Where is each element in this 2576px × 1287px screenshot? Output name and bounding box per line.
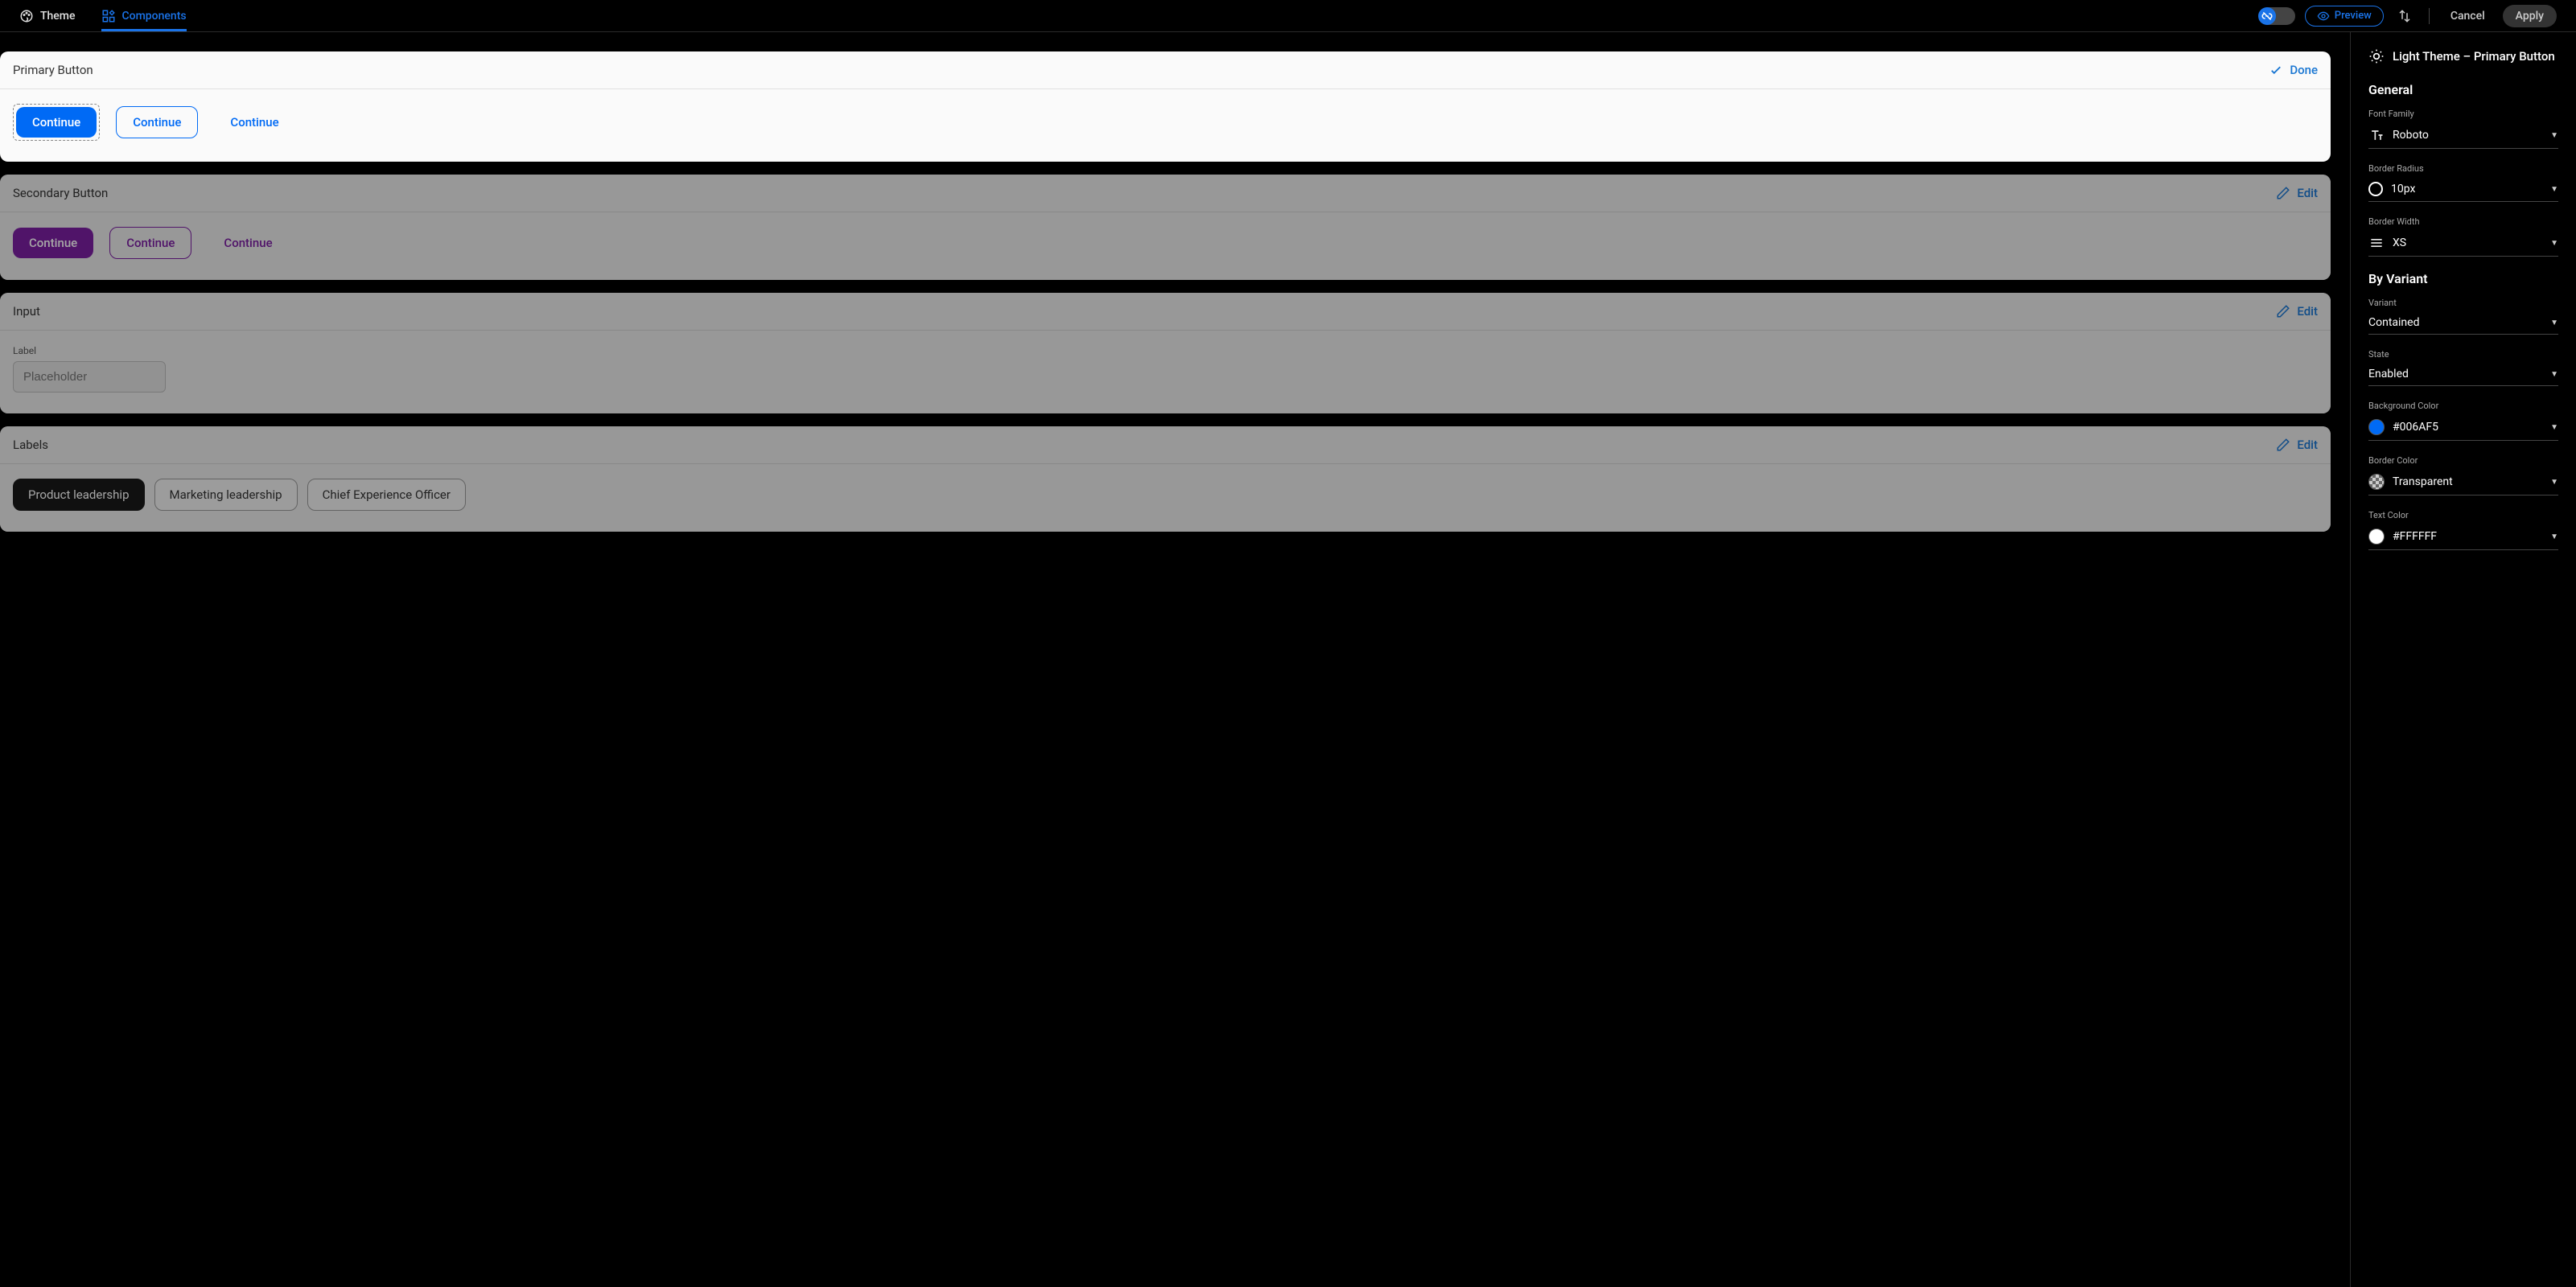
- chevron-down-icon: ▼: [2550, 239, 2558, 248]
- prop-label: State: [2368, 349, 2558, 360]
- variant-select[interactable]: Contained ▼: [2368, 313, 2558, 335]
- card-secondary-button: Secondary Button Edit Continue Continue …: [0, 175, 2331, 280]
- prop-label: Background Color: [2368, 401, 2558, 411]
- color-swatch-transparent: [2368, 474, 2385, 490]
- card-labels: Labels Edit Product leadership Marketing…: [0, 426, 2331, 532]
- sample-input[interactable]: [13, 361, 166, 393]
- prop-label: Border Width: [2368, 216, 2558, 227]
- sample-button-contained[interactable]: Continue: [13, 228, 93, 258]
- top-bar: Theme Components Preview Cancel: [0, 0, 2576, 32]
- sample-button-contained[interactable]: Continue: [16, 107, 97, 138]
- section-by-variant: By Variant: [2368, 271, 2558, 286]
- pencil-icon: [2276, 186, 2290, 200]
- chevron-down-icon: ▼: [2550, 370, 2558, 379]
- apply-button[interactable]: Apply: [2503, 5, 2557, 27]
- chip[interactable]: Product leadership: [13, 479, 145, 511]
- visibility-toggle[interactable]: [2260, 7, 2295, 25]
- chip[interactable]: Chief Experience Officer: [307, 479, 466, 511]
- state-select[interactable]: Enabled ▼: [2368, 364, 2558, 386]
- sample-button-outlined[interactable]: Continue: [109, 227, 191, 259]
- sample-button-outlined[interactable]: Continue: [116, 106, 198, 138]
- chevron-down-icon: ▼: [2550, 478, 2558, 487]
- pencil-icon: [2276, 304, 2290, 319]
- cancel-button[interactable]: Cancel: [2442, 6, 2493, 26]
- eye-icon: [2317, 10, 2330, 23]
- border-width-select[interactable]: XS ▼: [2368, 232, 2558, 257]
- chip[interactable]: Marketing leadership: [154, 479, 298, 511]
- done-button[interactable]: Done: [2269, 63, 2318, 77]
- color-swatch: [2368, 419, 2385, 435]
- preview-label: Preview: [2335, 10, 2372, 22]
- prop-label: Text Color: [2368, 510, 2558, 520]
- chevron-down-icon: ▼: [2550, 532, 2558, 541]
- sample-button-text[interactable]: Continue: [214, 107, 294, 138]
- tab-theme[interactable]: Theme: [19, 0, 76, 31]
- divider: [2429, 8, 2430, 24]
- edit-button[interactable]: Edit: [2276, 438, 2318, 452]
- edit-button[interactable]: Edit: [2276, 304, 2318, 319]
- prop-label: Font Family: [2368, 109, 2558, 119]
- edit-button[interactable]: Edit: [2276, 186, 2318, 200]
- components-icon: [101, 9, 116, 23]
- action-label: Edit: [2297, 186, 2318, 200]
- font-family-select[interactable]: Roboto ▼: [2368, 124, 2558, 149]
- tab-components[interactable]: Components: [101, 0, 187, 31]
- card-title: Secondary Button: [13, 186, 108, 200]
- card-title: Input: [13, 304, 40, 319]
- swap-vert-icon: [2397, 9, 2412, 23]
- section-general: General: [2368, 82, 2558, 97]
- properties-panel: Light Theme – Primary Button General Fon…: [2351, 32, 2576, 1287]
- selected-variant[interactable]: Continue: [13, 104, 100, 141]
- preview-button[interactable]: Preview: [2305, 6, 2384, 27]
- pencil-icon: [2276, 438, 2290, 452]
- link-off-icon: [2261, 10, 2273, 22]
- text-color-select[interactable]: #FFFFFF ▼: [2368, 525, 2558, 550]
- canvas: Primary Button Done Continue Continue Co…: [0, 32, 2351, 1287]
- card-title: Primary Button: [13, 63, 93, 77]
- border-color-select[interactable]: Transparent ▼: [2368, 471, 2558, 495]
- prop-label: Border Color: [2368, 455, 2558, 466]
- field-label: Label: [13, 345, 166, 356]
- swap-button[interactable]: [2393, 5, 2416, 27]
- chevron-down-icon: ▼: [2550, 319, 2558, 327]
- color-swatch: [2368, 528, 2385, 545]
- card-title: Labels: [13, 438, 48, 452]
- action-label: Done: [2290, 63, 2318, 77]
- chevron-down-icon: ▼: [2550, 423, 2558, 432]
- lines-icon: [2368, 235, 2385, 251]
- text-icon: [2368, 127, 2385, 143]
- card-primary-button: Primary Button Done Continue Continue Co…: [0, 51, 2331, 162]
- action-label: Edit: [2297, 438, 2318, 452]
- tab-label: Theme: [40, 10, 76, 23]
- chevron-down-icon: ▼: [2550, 185, 2558, 194]
- prop-label: Variant: [2368, 298, 2558, 308]
- check-icon: [2269, 63, 2283, 77]
- palette-icon: [19, 9, 34, 23]
- circle-icon: [2368, 182, 2383, 196]
- card-input: Input Edit Label: [0, 293, 2331, 413]
- sample-button-text[interactable]: Continue: [208, 228, 288, 258]
- panel-title: Light Theme – Primary Button: [2368, 48, 2558, 64]
- action-label: Edit: [2297, 304, 2318, 319]
- tab-label: Components: [122, 10, 187, 23]
- bg-color-select[interactable]: #006AF5 ▼: [2368, 416, 2558, 441]
- chevron-down-icon: ▼: [2550, 131, 2558, 140]
- prop-label: Border Radius: [2368, 163, 2558, 174]
- sun-icon: [2368, 48, 2385, 64]
- border-radius-select[interactable]: 10px ▼: [2368, 179, 2558, 202]
